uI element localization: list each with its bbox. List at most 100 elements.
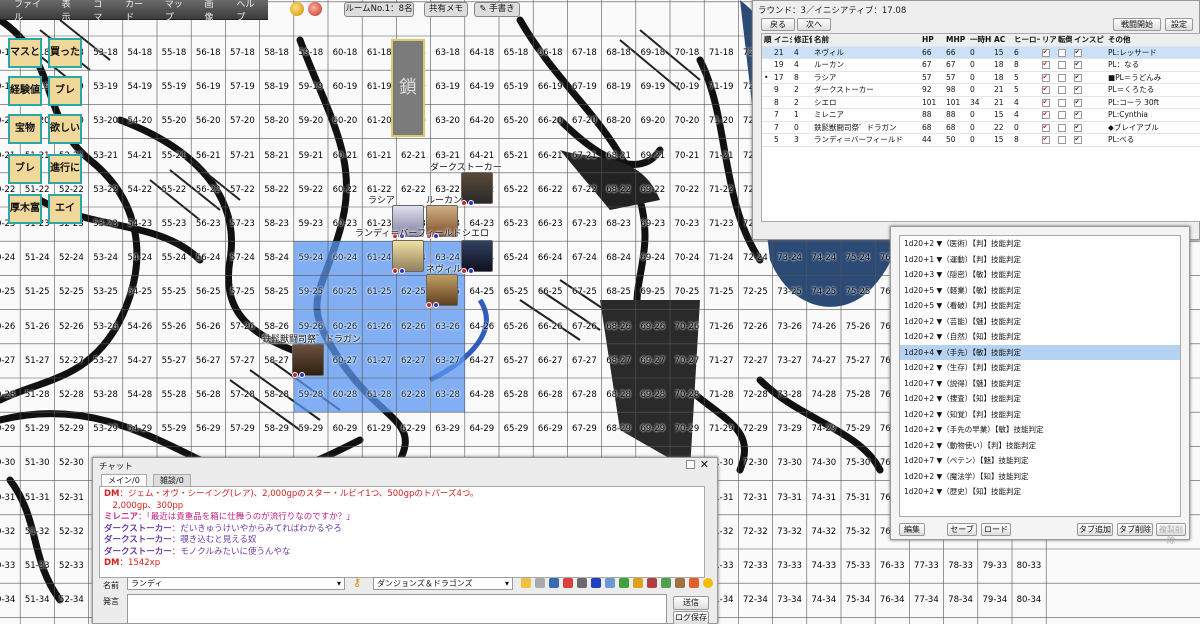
checkbox[interactable] [1058,98,1066,107]
system-select[interactable]: ダンジョンズ＆ドラゴンズ ▾ [373,577,513,590]
dice-command-row[interactable]: 1d20+2 ▼（動物使い）【判】技能判定 [900,438,1180,454]
tab-main[interactable]: メイン/0 [101,474,147,486]
checkbox[interactable] [1074,111,1082,119]
character-token[interactable] [461,240,493,272]
palette-icon[interactable] [647,578,657,588]
settings-button[interactable]: 設定 [1165,18,1193,31]
column-header[interactable]: ヒーロー [1012,34,1040,46]
dice-command-row[interactable]: 1d20+2 ▼（捜査）【知】技能判定 [900,391,1180,407]
dice-command-row[interactable]: 1d20+7 ▼（説得）【魅】技能判定 [900,376,1180,392]
menu-item[interactable]: コマ [85,0,117,23]
column-header[interactable]: HP [920,34,944,46]
card[interactable]: 買った [48,38,82,68]
load-button[interactable]: ロード [981,523,1011,536]
add-tab-button[interactable]: タブ追加 [1077,523,1113,536]
column-header[interactable]: AC [992,34,1012,46]
column-header[interactable]: イニシ [772,34,792,46]
checkbox[interactable] [1058,111,1066,119]
column-header[interactable]: 名前 [812,34,920,46]
dice-command-row[interactable]: 1d20+2 ▼（手先の早業）【敏】技能判定 [900,422,1180,438]
checkbox[interactable] [1058,86,1066,94]
initiative-row[interactable]: 21 4 ネヴィル 66 66 0 15 6 PL:レッサード [762,46,1200,59]
checkbox[interactable] [1058,136,1066,144]
dice-command-row[interactable]: 1d20+3 ▼（隠密）【敏】技能判定 [900,267,1180,283]
checkbox[interactable] [1074,123,1082,132]
card[interactable]: マスと [8,38,42,68]
card[interactable]: 厚木富 [8,194,42,224]
initiative-row[interactable]: 7 1 ミレニア 88 88 0 15 4 PL:Cynthia [762,109,1200,122]
checkbox[interactable] [1058,73,1066,82]
character-token[interactable] [461,172,493,204]
globe-icon[interactable] [619,578,629,588]
checkbox[interactable] [1042,73,1050,82]
checkbox[interactable] [1074,136,1082,144]
initiative-row[interactable]: 7 0 鉄髭獣闘司祭゛ドラガン 68 68 0 22 0 ◆ブレイアブル [762,122,1200,134]
character-token[interactable] [292,344,324,376]
close-icon[interactable]: ✕ [700,458,709,471]
column-header[interactable]: インスピ [1072,34,1106,46]
menu-item[interactable]: ヘルプ [228,0,268,23]
dice-command-row[interactable]: 1d20+1 ▼（運動）【判】技能判定 [900,252,1180,268]
lock-tile[interactable]: 鎖 [391,39,425,137]
column-header[interactable]: 一時HP [968,34,992,46]
table-icon[interactable] [661,578,671,588]
edit-button[interactable]: 編集 [899,523,925,536]
zoom-out-icon[interactable] [308,2,322,16]
book-icon[interactable] [549,578,559,588]
dice-command-row[interactable]: 1d20+2 ▼（生存）【判】技能判定 [900,360,1180,376]
tab-chatter[interactable]: 雑談/0 [153,474,191,486]
help-icon[interactable] [521,578,531,588]
handwrite-button[interactable]: ✎ 手書き [474,2,520,17]
character-token[interactable] [426,274,458,306]
zoom-in-icon[interactable] [290,2,304,16]
dice-command-row[interactable]: 1d20+2 ▼（歴史）【知】技能判定 [900,484,1180,500]
menu-item[interactable]: 画像 [197,0,229,23]
dice-command-row[interactable]: 1d20+7 ▼（ペテン）【魅】技能判定 [900,453,1180,469]
message-input[interactable] [127,594,667,624]
checkbox[interactable] [1042,111,1050,119]
initiative-row[interactable]: • 17 8 ラシア 57 57 0 18 5 ■PL＝うどんみ [762,72,1200,84]
checkbox[interactable] [1042,136,1050,144]
card[interactable]: 欲しい [48,114,82,144]
checkbox[interactable] [1058,61,1066,69]
gear-icon[interactable] [689,578,699,588]
card[interactable]: 宝物 [8,114,42,144]
card[interactable]: ブレ [48,76,82,106]
person-icon[interactable] [675,578,685,588]
combat-start-button[interactable]: 戦闘開始 [1113,18,1161,31]
checkbox[interactable] [1058,123,1066,132]
initiative-row[interactable]: 19 4 ルーカン 67 67 0 18 8 PL：なる [762,59,1200,72]
column-header[interactable]: 順 [762,34,772,46]
initiative-row[interactable]: 5 3 ランディ＝バーフィールド 44 50 0 15 8 PL:べる [762,134,1200,147]
checkbox[interactable] [1074,86,1082,94]
save-button[interactable]: セーブ [947,523,977,536]
initiative-row[interactable]: 92ダークストーカー92980215PL＝くろたる [762,84,1200,97]
dice-icon[interactable] [577,578,587,588]
log-save-button[interactable]: ログ保存 [673,611,709,624]
menu-item[interactable]: ファイル [6,0,54,23]
key-icon[interactable]: ⚷ [353,576,361,589]
duplicate-delete-button[interactable]: 複製削除 [1156,523,1186,545]
checkbox[interactable] [1042,123,1050,132]
column-header[interactable]: その他 [1106,34,1176,46]
checkbox[interactable] [1058,48,1066,57]
dice-command-row[interactable]: 1d20+2 ▼（魔法学）【知】技能判定 [900,469,1180,485]
smiley-icon[interactable] [703,578,713,588]
dice-command-row[interactable]: 1d20+2 ▼（芸能）【魅】技能判定 [900,314,1180,330]
send-button[interactable]: 送信 [673,596,709,610]
column-header[interactable]: MHP [944,34,968,46]
dice-command-row[interactable]: 1d20+2 ▼（医術）【判】技能判定 [900,236,1180,252]
shared-memo-button[interactable]: 共有メモ [424,2,468,17]
column-header[interactable]: リア [1040,34,1056,46]
menu-item[interactable]: 表示 [54,0,86,23]
checkbox[interactable] [1074,61,1082,69]
dice-command-list[interactable]: 1d20+2 ▼（医術）【判】技能判定 1d20+1 ▼（運動）【判】技能判定 1d… [899,235,1181,517]
menu-item[interactable]: カード [117,0,157,23]
dice-command-row[interactable]: 1d20+2 ▼（自然）【知】技能判定 [900,329,1180,345]
column-header[interactable]: 修正値 [792,34,812,46]
card[interactable]: 経験値 [8,76,42,106]
sound-icon[interactable] [605,578,615,588]
document-icon[interactable] [535,578,545,588]
dice-command-row[interactable]: 1d20+5 ▼（看破）【判】技能判定 [900,298,1180,314]
bell-icon[interactable] [633,578,643,588]
